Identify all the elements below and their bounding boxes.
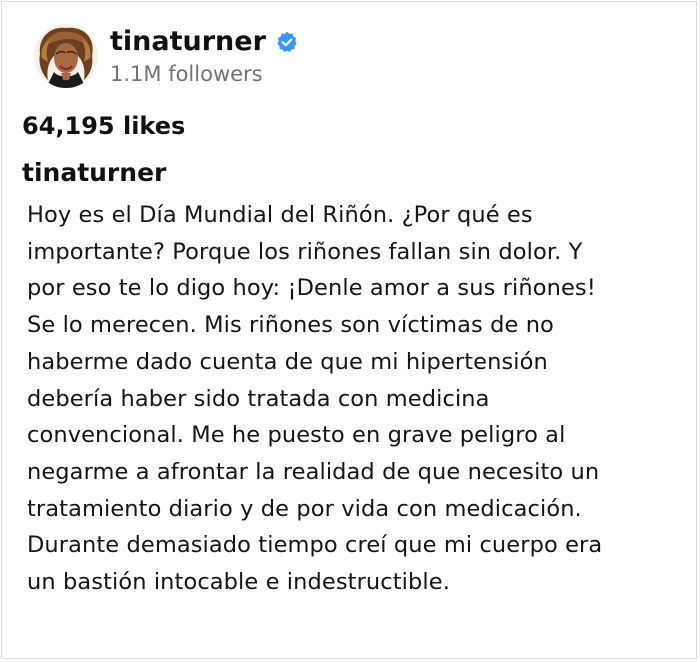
verified-badge-icon — [276, 31, 298, 53]
caption-line: debería haber sido tratada con medicina — [27, 385, 490, 412]
caption-line: convencional. Me he puesto en grave peli… — [27, 422, 566, 449]
like-count[interactable]: 64,195 likes — [22, 110, 185, 142]
caption-line: por eso te lo digo hoy: ¡Denle amor a su… — [27, 275, 596, 302]
caption-username[interactable]: tinaturner — [22, 157, 166, 189]
caption-line: tratamiento diario y de por vida con med… — [27, 495, 582, 522]
user-block: tinaturner 1.1M followers — [110, 25, 298, 88]
avatar[interactable] — [34, 24, 98, 88]
caption-line: Hoy es el Día Mundial del Riñón. ¿Por qu… — [27, 202, 533, 228]
username-row: tinaturner — [110, 25, 298, 59]
follower-count: 1.1M followers — [110, 61, 263, 86]
caption-line: importante? Porque los riñones fallan si… — [27, 238, 583, 265]
caption-line: haberme dado cuenta de que mi hipertensi… — [27, 348, 548, 375]
avatar-image — [34, 24, 98, 88]
caption-line: un bastión intocable e indestructible. — [27, 569, 450, 596]
caption-line: negarme a afrontar la realidad de que ne… — [27, 458, 600, 485]
post-header: tinaturner 1.1M followers — [34, 24, 298, 88]
caption-text: Hoy es el Día Mundial del Riñón. ¿Por qu… — [27, 197, 677, 601]
username[interactable]: tinaturner — [110, 25, 266, 59]
caption-line: Durante demasiado tiempo creí que mi cue… — [27, 532, 603, 559]
caption-line: Se lo merecen. Mis riñones son víctimas … — [27, 312, 554, 339]
